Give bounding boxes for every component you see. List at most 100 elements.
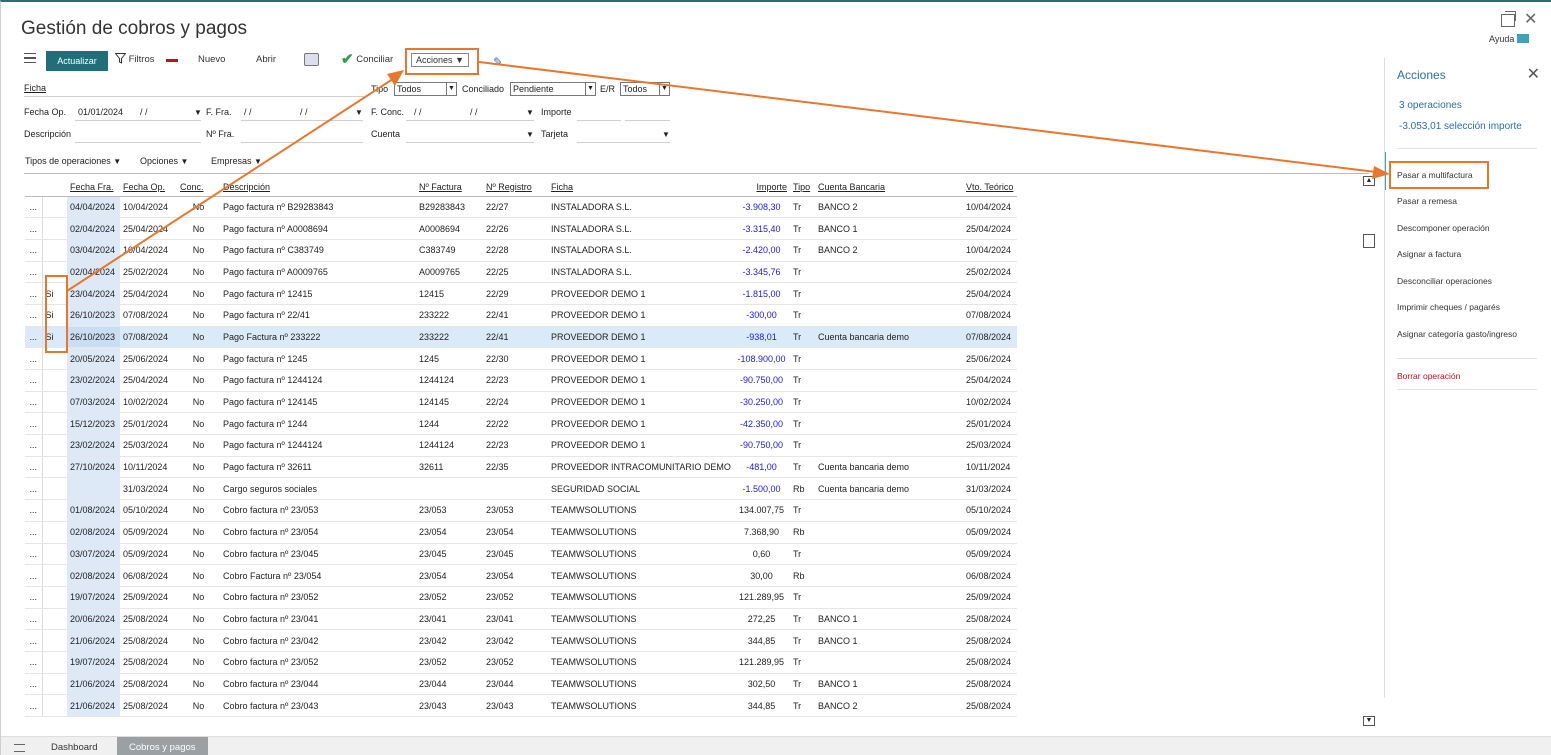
edit-icon[interactable]: ✎ bbox=[493, 52, 503, 72]
row-menu-button[interactable]: ... bbox=[25, 282, 43, 305]
row-menu-button[interactable]: ... bbox=[25, 694, 43, 717]
fecha-op-from[interactable]: 01/01/2024 bbox=[78, 107, 123, 117]
row-menu-button[interactable]: ... bbox=[25, 543, 43, 566]
row-menu-button[interactable]: ... bbox=[25, 456, 43, 479]
table-row[interactable]: ... 02/08/2024 06/08/2024 No Cobro Factura n… bbox=[25, 564, 1017, 587]
row-menu-button[interactable]: ... bbox=[25, 347, 43, 370]
tab-dashboard[interactable]: Dashboard bbox=[39, 737, 109, 755]
f-conc-from[interactable]: / / bbox=[414, 107, 422, 117]
scroll-down-icon[interactable]: ▼ bbox=[1363, 716, 1375, 726]
row-menu-button[interactable]: ... bbox=[25, 196, 43, 219]
table-row[interactable]: ... 19/07/2024 25/09/2024 No Cobro factura n… bbox=[25, 586, 1017, 609]
table-row[interactable]: ... 03/07/2024 05/09/2024 No Cobro factura n… bbox=[25, 543, 1017, 566]
close-icon[interactable]: ✕ bbox=[1524, 9, 1537, 29]
table-row[interactable]: ... 21/06/2024 25/08/2024 No Cobro factura n… bbox=[25, 694, 1017, 717]
caret-down-icon[interactable]: ▼ bbox=[355, 108, 363, 117]
row-menu-button[interactable]: ... bbox=[25, 239, 43, 262]
row-menu-button[interactable]: ... bbox=[25, 586, 43, 609]
table-row[interactable]: ... 02/08/2024 05/09/2024 No Cobro factura n… bbox=[25, 521, 1017, 544]
column-header[interactable]: Nº Registro bbox=[483, 178, 548, 197]
table-row[interactable]: ... 04/04/2024 10/04/2024 No Pago factura nº… bbox=[25, 196, 1017, 219]
column-header[interactable] bbox=[42, 178, 67, 197]
table-row[interactable]: ... Si 26/10/2023 07/08/2024 No Pago factura … bbox=[25, 304, 1017, 327]
row-menu-button[interactable]: ... bbox=[25, 391, 43, 414]
caret-down-icon[interactable]: ▼ bbox=[194, 108, 202, 117]
column-header[interactable]: Descripción bbox=[220, 178, 416, 197]
action-asignar-factura[interactable]: Asignar a factura bbox=[1397, 249, 1461, 259]
empresas-dropdown[interactable]: Empresas ▼ bbox=[211, 156, 262, 166]
row-menu-button[interactable]: ... bbox=[25, 673, 43, 696]
caret-down-icon[interactable]: ▼ bbox=[526, 108, 534, 117]
help-button[interactable]: Ayuda bbox=[1489, 34, 1530, 44]
row-menu-button[interactable]: ... bbox=[25, 499, 43, 522]
column-header[interactable] bbox=[25, 178, 42, 197]
table-row[interactable]: ... 02/04/2024 25/02/2024 No Pago factura nº… bbox=[25, 261, 1017, 284]
table-row[interactable]: ... 01/08/2024 05/10/2024 No Cobro factura n… bbox=[25, 499, 1017, 522]
table-row[interactable]: ... 27/10/2024 10/11/2024 No Pago factura nº… bbox=[25, 456, 1017, 479]
action-asignar-categoria[interactable]: Asignar categoría gasto/ingreso bbox=[1397, 329, 1517, 339]
restore-icon[interactable] bbox=[1501, 11, 1516, 27]
row-menu-button[interactable]: ... bbox=[25, 651, 43, 674]
column-header[interactable]: Cuenta Bancaria bbox=[815, 178, 955, 197]
action-borrar[interactable]: Borrar operación bbox=[1397, 371, 1460, 381]
table-row[interactable]: ... 15/12/2023 25/01/2024 No Pago factura nº… bbox=[25, 412, 1017, 436]
f-conc-to[interactable]: / / bbox=[470, 107, 478, 117]
row-menu-button[interactable]: ... bbox=[25, 477, 43, 501]
ficha-field[interactable] bbox=[24, 96, 364, 97]
table-row[interactable]: ... 21/06/2024 25/08/2024 No Cobro factura n… bbox=[25, 673, 1017, 696]
row-menu-button[interactable]: ... bbox=[25, 608, 43, 631]
row-menu-button[interactable]: ... bbox=[25, 521, 43, 544]
row-menu-button[interactable]: ... bbox=[25, 261, 43, 284]
tipos-operaciones-dropdown[interactable]: Tipos de operaciones ▼ bbox=[25, 156, 121, 166]
filters-button[interactable]: Filtros bbox=[114, 50, 155, 70]
vertical-scrollbar[interactable]: ▲ ▼ bbox=[1363, 176, 1375, 726]
cuenta-field[interactable] bbox=[406, 142, 534, 143]
table-row[interactable]: ... 20/05/2024 25/06/2024 No Pago factura nº… bbox=[25, 347, 1017, 370]
nfra-field[interactable] bbox=[241, 142, 363, 143]
open-button[interactable]: Abrir bbox=[256, 50, 276, 70]
table-row[interactable]: ... 20/06/2024 25/08/2024 No Cobro factura n… bbox=[25, 608, 1017, 631]
column-header[interactable]: Ficha bbox=[548, 178, 733, 197]
table-row[interactable]: ... 23/02/2024 25/03/2024 No Pago factura nº… bbox=[25, 434, 1017, 457]
menu-icon[interactable] bbox=[14, 744, 25, 752]
row-menu-button[interactable]: ... bbox=[25, 369, 43, 392]
row-menu-button[interactable]: ... bbox=[25, 434, 43, 457]
table-row[interactable]: ... Si 26/10/2023 07/08/2024 No Pago Factura … bbox=[25, 326, 1017, 349]
scroll-thumb[interactable] bbox=[1363, 234, 1375, 248]
action-pasar-remesa[interactable]: Pasar a remesa bbox=[1397, 196, 1457, 206]
column-header[interactable]: Fecha Op. bbox=[120, 178, 177, 197]
f-fra-from[interactable]: / / bbox=[244, 107, 252, 117]
caret-down-icon[interactable]: ▼ bbox=[526, 130, 534, 139]
importe-to-field[interactable] bbox=[625, 120, 670, 121]
fecha-op-to[interactable]: / / bbox=[140, 107, 148, 117]
table-row[interactable]: ... Si 23/04/2024 25/04/2024 No Pago factura … bbox=[25, 282, 1017, 305]
printer-icon[interactable] bbox=[304, 53, 319, 66]
column-header[interactable]: Vto. Teórico bbox=[963, 178, 1017, 197]
tipo-select[interactable]: Todos ▼ bbox=[394, 82, 457, 96]
column-header[interactable] bbox=[955, 178, 963, 197]
scroll-up-icon[interactable]: ▲ bbox=[1363, 176, 1375, 186]
table-row[interactable]: ... 02/04/2024 25/04/2024 No Pago factura nº… bbox=[25, 217, 1017, 240]
new-button[interactable]: Nuevo bbox=[198, 50, 225, 70]
table-row[interactable]: ... 07/03/2024 10/02/2024 No Pago factura nº… bbox=[25, 391, 1017, 414]
opciones-dropdown[interactable]: Opciones ▼ bbox=[140, 156, 188, 166]
clear-filter-icon[interactable] bbox=[166, 59, 178, 62]
tarjeta-field[interactable] bbox=[577, 142, 670, 143]
menu-icon[interactable] bbox=[24, 53, 36, 63]
column-header[interactable]: Conc. bbox=[177, 178, 220, 197]
table-row[interactable]: ... 19/07/2024 25/08/2024 No Cobro factura n… bbox=[25, 651, 1017, 674]
table-row[interactable]: ... 31/03/2024 No Cargo seguros sociales SEG… bbox=[25, 477, 1017, 501]
conciliado-select[interactable]: Pendiente ▼ bbox=[510, 82, 596, 96]
column-header[interactable]: Nº Factura bbox=[416, 178, 483, 197]
table-row[interactable]: ... 23/02/2024 25/04/2024 No Pago factura nº… bbox=[25, 369, 1017, 392]
column-header[interactable]: Importe bbox=[733, 178, 790, 197]
close-icon[interactable]: ✕ bbox=[1527, 64, 1540, 84]
row-menu-button[interactable]: ... bbox=[25, 326, 43, 349]
update-button[interactable]: Actualizar bbox=[46, 51, 108, 71]
caret-down-icon[interactable]: ▼ bbox=[662, 130, 670, 139]
action-imprimir-cheques[interactable]: Imprimir cheques / pagarés bbox=[1397, 302, 1500, 312]
descripcion-field[interactable] bbox=[75, 142, 201, 143]
row-menu-button[interactable]: ... bbox=[25, 564, 43, 587]
action-descomponer[interactable]: Descomponer operación bbox=[1397, 223, 1490, 233]
row-menu-button[interactable]: ... bbox=[25, 217, 43, 240]
